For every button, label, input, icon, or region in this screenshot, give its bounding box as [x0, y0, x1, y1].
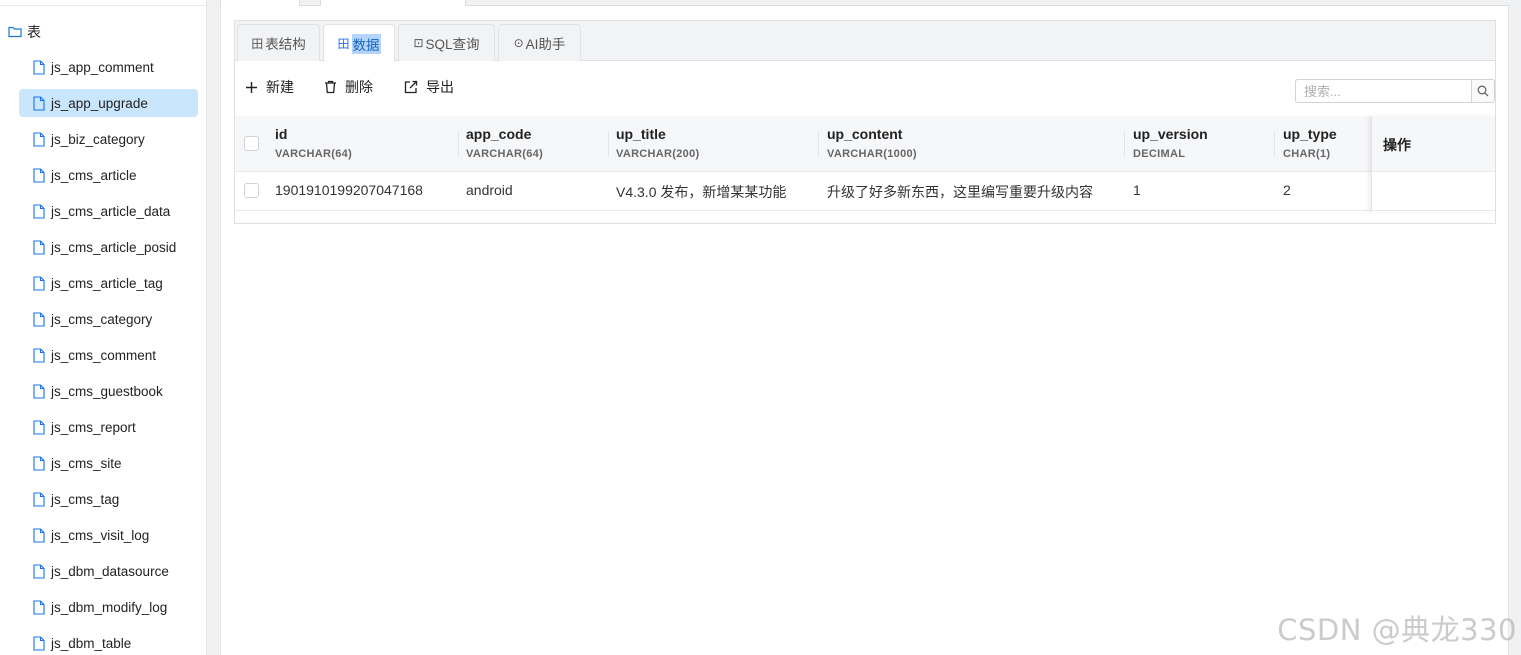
- sidebar-item-js-cms-report[interactable]: js_cms_report: [19, 413, 198, 441]
- file-icon: [33, 59, 45, 75]
- actions-column: [1371, 116, 1495, 212]
- folder-icon: [8, 26, 22, 38]
- sidebar-item-label: js_cms_article_posid: [51, 239, 177, 255]
- file-icon: [33, 167, 45, 183]
- row-checkbox[interactable]: [244, 183, 259, 198]
- sidebar-item-label: js_app_upgrade: [51, 95, 148, 111]
- file-icon: [33, 239, 45, 255]
- cell-up-title[interactable]: V4.3.0 发布，新增某某功能: [616, 182, 786, 202]
- file-icon: [33, 311, 45, 327]
- column-divider[interactable]: [458, 132, 459, 156]
- search-button[interactable]: [1471, 79, 1495, 103]
- sidebar-item-label: js_dbm_table: [51, 635, 132, 651]
- sidebar-item-js-cms-visit-log[interactable]: js_cms_visit_log: [19, 521, 198, 549]
- sidebar-item-label: js_cms_article: [51, 167, 137, 183]
- search-input[interactable]: [1295, 79, 1472, 103]
- plus-icon: [246, 81, 257, 93]
- sidebar-item-label: js_cms_guestbook: [51, 383, 163, 399]
- sidebar-item-js-cms-article-tag[interactable]: js_cms_article_tag: [19, 269, 198, 297]
- tab-ai-assistant[interactable]: ⊙ AI助手: [498, 24, 581, 61]
- sidebar-item-label: js_cms_comment: [51, 347, 157, 363]
- sidebar-top-divider: [0, 0, 206, 6]
- file-icon: [33, 455, 45, 471]
- cell-up-type[interactable]: 2: [1283, 182, 1291, 198]
- export-button[interactable]: 导出: [404, 77, 454, 97]
- sidebar-item-label: js_cms_category: [51, 311, 153, 327]
- file-icon: [33, 491, 45, 507]
- sidebar-item-label: js_biz_category: [51, 131, 145, 147]
- terminal-icon: ⊡: [413, 36, 424, 50]
- cell-up-content[interactable]: 升级了好多新东西，这里编写重要升级内容: [827, 182, 1093, 202]
- sidebar-item-label: js_cms_article_data: [51, 203, 171, 219]
- delete-button[interactable]: 删除: [324, 77, 373, 97]
- view-tabs: 田表结构 田数据 ⊡ SQL查询 ⊙ AI助手: [235, 21, 1495, 62]
- tab-data[interactable]: 田数据: [323, 24, 395, 62]
- sidebar-item-js-dbm-table[interactable]: js_dbm_table: [19, 629, 198, 655]
- select-all-checkbox[interactable]: [244, 136, 259, 151]
- sidebar-item-label: js_cms_article_tag: [51, 275, 163, 291]
- table-row[interactable]: 1901910199207047168 android V4.3.0 发布，新增…: [235, 172, 1495, 211]
- column-divider[interactable]: [608, 132, 609, 156]
- file-icon: [33, 527, 45, 543]
- column-divider[interactable]: [1274, 132, 1275, 156]
- sidebar-item-js-cms-article-data[interactable]: js_cms_article_data: [19, 197, 198, 225]
- file-icon: [33, 275, 45, 291]
- sidebar-item-js-biz-category[interactable]: js_biz_category: [19, 125, 198, 153]
- sidebar-item-js-cms-site[interactable]: js_cms_site: [19, 449, 198, 477]
- new-button[interactable]: 新建: [245, 77, 294, 97]
- cell-id[interactable]: 1901910199207047168: [275, 182, 423, 198]
- cell-up-version[interactable]: 1: [1133, 182, 1141, 198]
- data-toolbar: 新建 删除 导出: [235, 62, 1495, 114]
- file-icon: [33, 203, 45, 219]
- sidebar-item-js-dbm-datasource[interactable]: js_dbm_datasource: [19, 557, 198, 585]
- cell-app-code[interactable]: android: [466, 182, 513, 198]
- file-icon: [33, 635, 45, 651]
- search-icon: [1477, 85, 1489, 97]
- sidebar-item-js-cms-comment[interactable]: js_cms_comment: [19, 341, 198, 369]
- sidebar-item-js-cms-category[interactable]: js_cms_category: [19, 305, 198, 333]
- tab-structure[interactable]: 田表结构: [237, 24, 320, 61]
- sidebar: 表 js_app_comment js_app_upgrade js_biz_cat…: [0, 0, 207, 655]
- sidebar-item-js-dbm-modify-log[interactable]: js_dbm_modify_log: [19, 593, 198, 621]
- sidebar-item-label: js_dbm_modify_log: [51, 599, 168, 615]
- grid-header: id VARCHAR(64) app_code VARCHAR(64) up_t…: [235, 116, 1495, 172]
- sidebar-item-js-cms-article-posid[interactable]: js_cms_article_posid: [19, 233, 198, 261]
- file-icon: [33, 599, 45, 615]
- tab-sql-query[interactable]: ⊡ SQL查询: [398, 24, 495, 61]
- table-grid-icon: 田: [251, 36, 264, 51]
- chat-bubble-icon: ⊙: [513, 36, 524, 50]
- sidebar-item-js-cms-guestbook[interactable]: js_cms_guestbook: [19, 377, 198, 405]
- column-divider[interactable]: [818, 132, 819, 156]
- tree-root-tables[interactable]: 表: [8, 22, 41, 42]
- watermark: CSDN @典龙330: [1277, 613, 1517, 647]
- sidebar-item-label: js_dbm_datasource: [51, 563, 169, 579]
- sidebar-item-js-cms-tag[interactable]: js_cms_tag: [19, 485, 198, 513]
- file-icon: [33, 419, 45, 435]
- trash-icon: [325, 80, 336, 94]
- export-icon: [404, 80, 418, 94]
- file-icon: [33, 347, 45, 363]
- sidebar-item-js-app-comment[interactable]: js_app_comment: [19, 53, 198, 81]
- file-icon: [33, 563, 45, 579]
- sidebar-item-label: js_cms_tag: [51, 491, 120, 507]
- sidebar-item-label: js_app_comment: [51, 59, 154, 75]
- tree-root-label: 表: [27, 24, 41, 40]
- table-grid-icon: 田: [337, 37, 350, 51]
- sidebar-item-label: js_cms_report: [51, 419, 136, 435]
- sidebar-item-js-cms-article[interactable]: js_cms_article: [19, 161, 198, 189]
- sidebar-item-label: js_cms_visit_log: [51, 527, 150, 543]
- file-icon: [33, 131, 45, 147]
- sidebar-item-label: js_cms_site: [51, 455, 122, 471]
- sidebar-item-js-app-upgrade[interactable]: js_app_upgrade: [19, 89, 198, 117]
- table-view-card: 田表结构 田数据 ⊡ SQL查询 ⊙ AI助手 新建 删除 导出 搜索... i…: [234, 20, 1496, 224]
- file-icon: [33, 383, 45, 399]
- file-icon: [33, 95, 45, 111]
- column-divider[interactable]: [1124, 132, 1125, 156]
